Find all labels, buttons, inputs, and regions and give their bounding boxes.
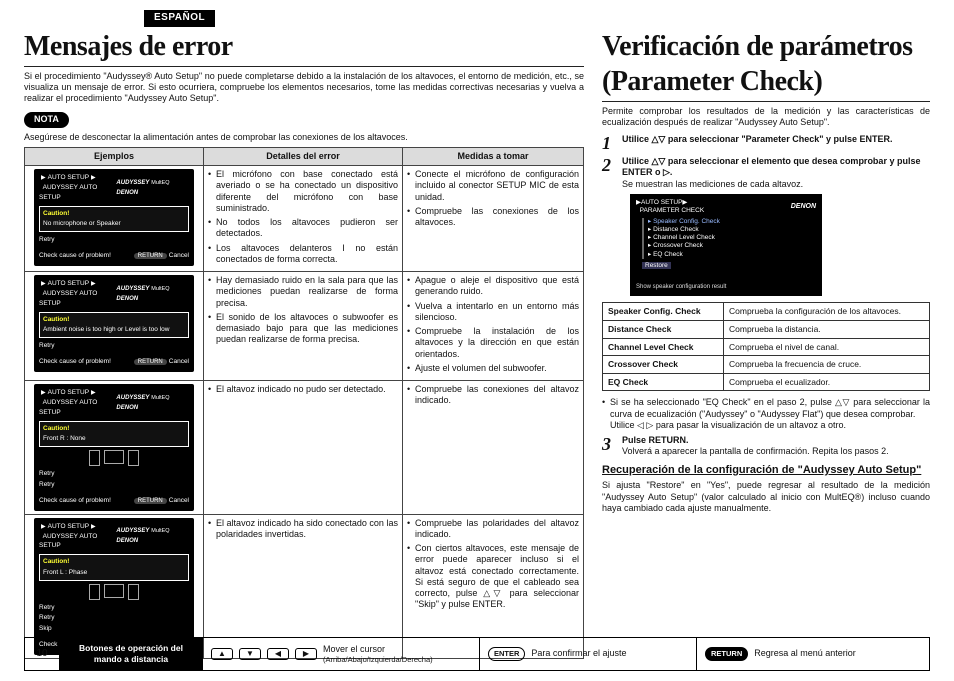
table-cell-measures: Compruebe las conexiones del altavoz ind… (403, 381, 584, 515)
step-1-text: Utilice △▽ para seleccionar "Parameter C… (622, 134, 930, 152)
right-title: Verificación de parámetros (Parameter Ch… (602, 29, 930, 99)
osd-mock: ▶AUTO SETUP▶ AUDYSSEY AUTO SETUPAUDYSSEY… (34, 518, 194, 655)
table-cell-details: El altavoz indicado no pudo ser detectad… (204, 381, 403, 515)
table-cell-example: ▶AUTO SETUP▶ AUDYSSEY AUTO SETUPAUDYSSEY… (25, 381, 204, 515)
error-table: Ejemplos Detalles del error Medidas a to… (24, 147, 584, 659)
enter-key-icon: ENTER (488, 647, 525, 660)
eq-note: Si se ha seleccionado "EQ Check" en el p… (602, 397, 930, 431)
step-2-sub: Se muestran las mediciones de cada altav… (622, 179, 930, 190)
right-intro: Permite comprobar los resultados de la m… (602, 106, 930, 129)
down-key-icon: ▼ (239, 648, 261, 660)
return-text: Regresa al menú anterior (754, 648, 856, 659)
nota-text: Asegúrese de desconectar la alimentación… (24, 132, 584, 143)
recovery-heading: Recuperación de la configuración de "Aud… (602, 464, 930, 478)
step-2-text: Utilice △▽ para seleccionar el elemento … (622, 156, 920, 177)
th-examples: Ejemplos (25, 147, 204, 165)
step-3: 3 Pulse RETURN. Volverá a aparecer la pa… (602, 435, 930, 458)
remote-label: Botones de operación del mando a distanc… (60, 638, 203, 670)
cursor-label: Mover el cursor (323, 644, 385, 654)
table-cell-measures: Conecte el micrófono de configuración in… (403, 166, 584, 272)
table-row: Speaker Config. CheckComprueba la config… (603, 303, 930, 321)
osd-mock: ▶AUTO SETUP▶ AUDYSSEY AUTO SETUPAUDYSSEY… (34, 275, 194, 372)
th-measures: Medidas a tomar (403, 147, 584, 165)
recovery-body: Si ajusta "Restore" en "Yes", puede regr… (602, 480, 930, 514)
table-cell-measures: Apague o aleje el dispositivo que está g… (403, 272, 584, 381)
table-row: Crossover CheckComprueba la frecuencia d… (603, 356, 930, 374)
check-table: Speaker Config. CheckComprueba la config… (602, 302, 930, 391)
osd-mock: ▶AUTO SETUP▶ AUDYSSEY AUTO SETUPAUDYSSEY… (34, 169, 194, 266)
table-cell-example: ▶AUTO SETUP▶ AUDYSSEY AUTO SETUPAUDYSSEY… (25, 166, 204, 272)
page-number: 10 (25, 638, 60, 670)
step-1: 1 Utilice △▽ para seleccionar "Parameter… (602, 134, 930, 152)
th-details: Detalles del error (204, 147, 403, 165)
step-number: 3 (602, 435, 616, 458)
table-row: Distance CheckComprueba la distancia. (603, 320, 930, 338)
table-cell-details: Hay demasiado ruido en la sala para que … (204, 272, 403, 381)
left-key-icon: ◀ (267, 648, 289, 660)
step-3-text: Pulse RETURN. (622, 435, 689, 445)
step-2: 2 Utilice △▽ para seleccionar el element… (602, 156, 930, 190)
osd-mock: ▶AUTO SETUP▶ AUDYSSEY AUTO SETUPAUDYSSEY… (34, 384, 194, 511)
language-tab: ESPAÑOL (144, 10, 215, 27)
parameter-osd: ▶AUTO SETUP▶ PARAMETER CHECK DENON ▸ Spe… (630, 194, 822, 297)
nota-badge: NOTA (24, 112, 69, 127)
enter-text: Para confirmar el ajuste (531, 648, 626, 659)
cursor-sub: (Arriba/Abajo/Izquierda/Derecha) (323, 656, 433, 664)
left-title: Mensajes de error (24, 29, 584, 64)
return-key-icon: RETURN (705, 647, 748, 660)
up-key-icon: ▲ (211, 648, 233, 660)
table-cell-details: El micrófono con base conectado está ave… (204, 166, 403, 272)
right-key-icon: ▶ (295, 648, 317, 660)
step-number: 2 (602, 156, 616, 190)
table-cell-example: ▶AUTO SETUP▶ AUDYSSEY AUTO SETUPAUDYSSEY… (25, 272, 204, 381)
footer-bar: 10 Botones de operación del mando a dist… (24, 637, 930, 671)
table-row: Channel Level CheckComprueba el nivel de… (603, 338, 930, 356)
table-row: EQ CheckComprueba el ecualizador. (603, 373, 930, 391)
step-number: 1 (602, 134, 616, 152)
left-intro: Si el procedimiento "Audyssey® Auto Setu… (24, 71, 584, 105)
step-3-sub: Volverá a aparecer la pantalla de confir… (622, 446, 930, 457)
